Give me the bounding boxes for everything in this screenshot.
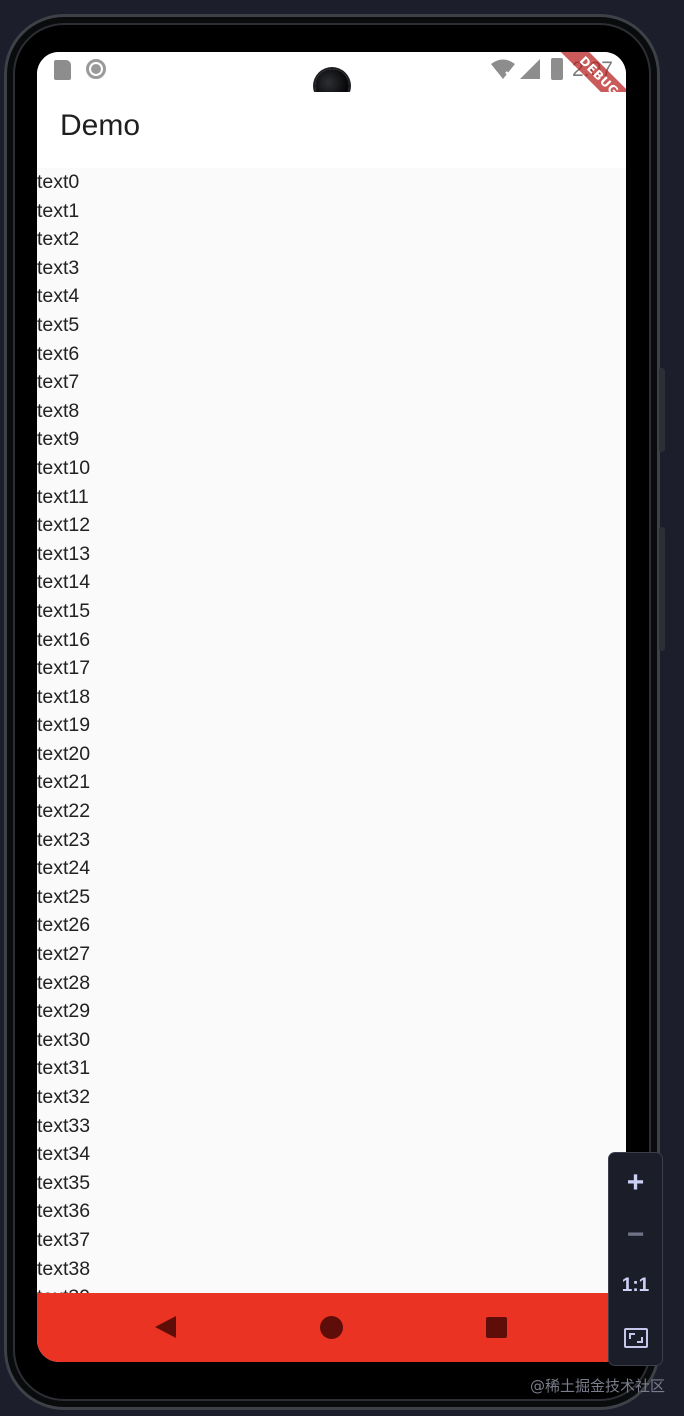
list-item: text19 — [37, 714, 91, 737]
back-icon[interactable] — [155, 1316, 176, 1338]
home-icon[interactable] — [320, 1316, 343, 1339]
list-item: text29 — [37, 1000, 91, 1023]
watermark: @稀土掘金技术社区 — [530, 1377, 666, 1395]
list-item: text20 — [37, 742, 91, 765]
list-item: text31 — [37, 1057, 91, 1080]
list-item: text26 — [37, 914, 91, 937]
list-item: text30 — [37, 1028, 91, 1051]
list-item: text10 — [37, 456, 91, 479]
list-item: text8 — [37, 399, 80, 422]
list-item: text21 — [37, 771, 91, 794]
list-item: text34 — [37, 1143, 91, 1166]
app-bar: Demo — [37, 92, 626, 168]
list-item: text23 — [37, 828, 91, 851]
list-item: text1 — [37, 199, 80, 222]
list-item: text22 — [37, 800, 91, 823]
zoom-out-button[interactable]: − — [609, 1213, 662, 1257]
signal-icon — [520, 59, 540, 79]
list-item: text9 — [37, 428, 80, 451]
recents-icon[interactable] — [486, 1317, 507, 1338]
list-item: text37 — [37, 1228, 91, 1251]
wifi-off-icon — [491, 59, 515, 79]
list-item: text15 — [37, 599, 91, 622]
list-item: text35 — [37, 1171, 91, 1194]
list-item: text28 — [37, 971, 91, 994]
list-item: text32 — [37, 1086, 91, 1108]
list-item: text36 — [37, 1200, 91, 1223]
list-item: text7 — [37, 371, 80, 394]
system-nav-bar — [37, 1293, 626, 1362]
power-button — [659, 368, 665, 452]
list-item: text27 — [37, 943, 91, 966]
list-item: text11 — [37, 485, 89, 508]
circle-dot-icon — [86, 59, 106, 79]
list-item: text33 — [37, 1114, 91, 1137]
battery-icon — [551, 58, 563, 80]
list-item: text25 — [37, 885, 91, 908]
list-item: text16 — [37, 628, 91, 651]
emulator-zoom-toolbar: + − 1:1 — [609, 1153, 662, 1365]
list-item: text4 — [37, 285, 80, 308]
app-title: Demo — [60, 109, 141, 142]
list-item: text39 — [37, 1283, 626, 1293]
list-item: text18 — [37, 685, 91, 708]
list-item: text0 — [37, 171, 80, 193]
list-item: text3 — [37, 256, 80, 279]
volume-button — [659, 527, 665, 651]
actual-size-button[interactable]: 1:1 — [609, 1264, 662, 1308]
list-item: text12 — [37, 514, 91, 537]
sd-card-icon — [54, 60, 71, 80]
list-item: text13 — [37, 542, 91, 565]
list-item: text24 — [37, 857, 91, 880]
fit-screen-button[interactable] — [609, 1316, 662, 1360]
list-item: text2 — [37, 228, 80, 251]
list-item: text38 — [37, 1257, 91, 1280]
device-screen: 2:07 DEBUG Demo text0 text1 text2 text3 … — [37, 52, 626, 1362]
list-item: text6 — [37, 342, 80, 365]
text-list[interactable]: text0 text1 text2 text3 text4 text5 text… — [37, 168, 626, 1293]
list-item: text14 — [37, 571, 91, 594]
zoom-in-button[interactable]: + — [609, 1161, 662, 1205]
list-item: text17 — [37, 657, 91, 680]
fit-screen-icon — [623, 1328, 648, 1348]
list-item: text5 — [37, 313, 80, 336]
